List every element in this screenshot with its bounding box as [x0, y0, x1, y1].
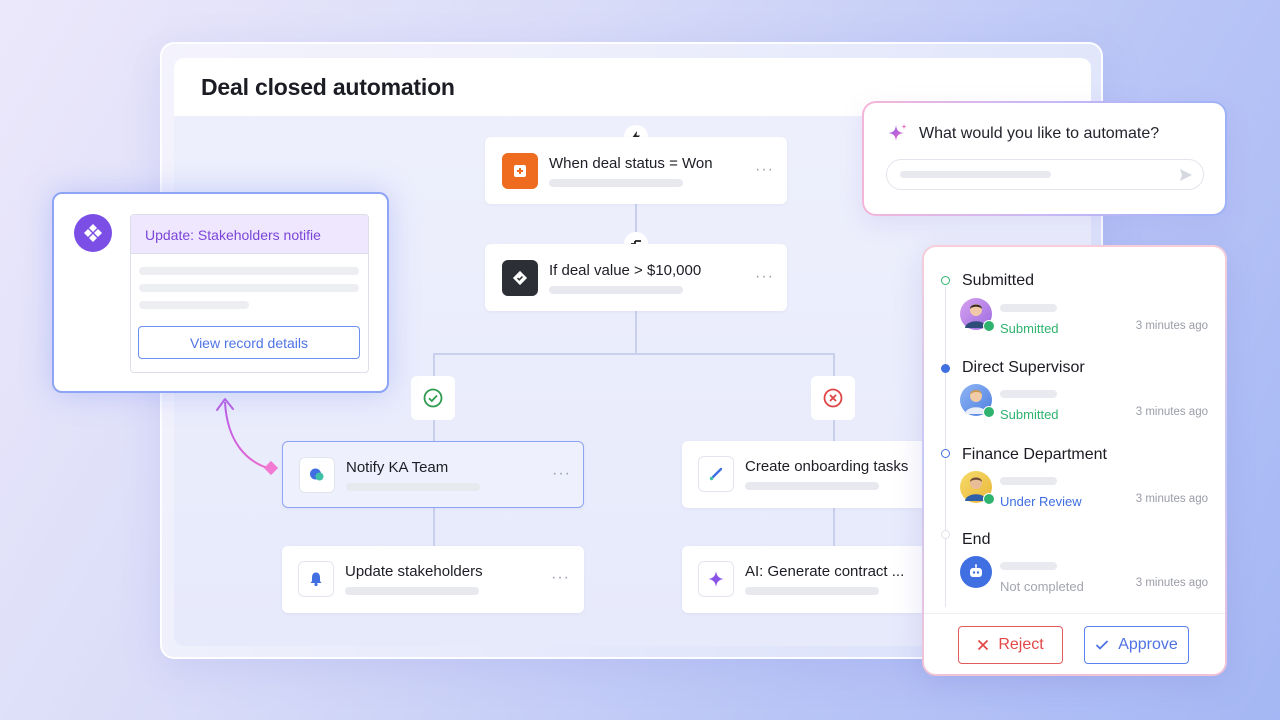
diamond-check-icon	[502, 260, 538, 296]
close-icon	[978, 639, 989, 651]
step-title: Direct Supervisor	[962, 359, 1085, 376]
step-status: Under Review	[1000, 494, 1082, 509]
step-status: Submitted	[1000, 407, 1059, 422]
check-badge-icon	[983, 320, 995, 332]
step-dot	[941, 364, 950, 373]
avatar	[960, 298, 995, 332]
page-title: Deal closed automation	[201, 74, 455, 100]
sparkle-icon	[698, 561, 734, 597]
more-options-button[interactable]: ···	[755, 162, 774, 178]
step-dot	[941, 530, 950, 539]
check-badge-icon	[983, 406, 995, 418]
step-time: 3 minutes ago	[1135, 406, 1208, 418]
placeholder-bar	[139, 284, 359, 292]
approval-footer: Reject Approve	[924, 613, 1225, 674]
placeholder-bar	[745, 587, 879, 595]
send-icon[interactable]	[1179, 168, 1193, 182]
ai-prompt-card: What would you like to automate?	[862, 101, 1227, 216]
more-options-button[interactable]: ···	[755, 269, 774, 285]
placeholder-bar	[346, 483, 480, 491]
x-circle-icon	[811, 376, 855, 420]
step-title: Finance Department	[962, 446, 1107, 463]
step-status: Submitted	[1000, 321, 1059, 336]
placeholder-bar	[139, 301, 249, 309]
node-title: Update stakeholders	[345, 563, 483, 580]
step-dot	[941, 449, 950, 458]
more-options-button[interactable]: ···	[551, 570, 570, 586]
placeholder-bar	[549, 179, 683, 187]
avatar	[960, 471, 995, 505]
record-preview: Update: Stakeholders notifie View record…	[130, 214, 369, 373]
approval-panel: Submitted Submitted 3 minutes ago Direct…	[922, 245, 1227, 676]
node-title: When deal status = Won	[549, 155, 713, 172]
placeholder-bar	[1000, 390, 1057, 398]
step-status: Not completed	[1000, 579, 1084, 594]
check-icon	[1096, 640, 1109, 650]
placeholder-bar	[345, 587, 479, 595]
step-time: 3 minutes ago	[1135, 320, 1208, 332]
link-arrow	[216, 398, 279, 476]
node-title: Create onboarding tasks	[745, 458, 909, 475]
placeholder-bar	[745, 482, 879, 490]
placeholder-bar	[1000, 304, 1057, 312]
chat-icon	[299, 457, 335, 493]
step-title: Submitted	[962, 272, 1035, 289]
placeholder-bar	[900, 171, 1051, 178]
plus-square-icon	[502, 153, 538, 189]
placeholder-bar	[1000, 477, 1057, 485]
placeholder-bar	[549, 286, 683, 294]
avatar	[960, 384, 995, 418]
view-record-details-button[interactable]: View record details	[138, 326, 360, 359]
robot-icon	[960, 556, 992, 588]
prompt-input[interactable]	[886, 159, 1204, 190]
approve-button[interactable]: Approve	[1084, 626, 1189, 664]
placeholder-bar	[139, 267, 359, 275]
reject-label: Reject	[998, 636, 1044, 653]
more-options-button[interactable]: ···	[552, 466, 571, 482]
approve-label: Approve	[1118, 636, 1178, 653]
connector-line	[635, 311, 637, 354]
step-time: 3 minutes ago	[1135, 493, 1208, 505]
bell-icon	[298, 561, 334, 597]
reject-button[interactable]: Reject	[958, 626, 1063, 664]
step-title: End	[962, 531, 991, 548]
node-title: If deal value > $10,000	[549, 262, 702, 279]
prompt-question: What would you like to automate?	[919, 125, 1160, 142]
placeholder-bar	[1000, 562, 1057, 570]
connector-line	[433, 508, 435, 546]
check-badge-icon	[983, 493, 995, 505]
connector-line	[433, 353, 835, 355]
condition-node[interactable]: If deal value > $10,000 ···	[485, 244, 787, 311]
step-dot	[941, 276, 950, 285]
node-title: AI: Generate contract ...	[745, 563, 905, 580]
update-stakeholders-node[interactable]: Update stakeholders ···	[282, 546, 584, 613]
record-header: Update: Stakeholders notifie	[131, 215, 368, 254]
timeline-line	[945, 287, 946, 607]
trigger-node[interactable]: When deal status = Won ···	[485, 137, 787, 204]
record-popover: Update: Stakeholders notifie View record…	[52, 192, 389, 393]
check-circle-icon	[411, 376, 455, 420]
notify-ka-team-node[interactable]: Notify KA Team ···	[282, 441, 584, 508]
task-pen-icon	[698, 456, 734, 492]
sparkle-icon	[888, 124, 907, 141]
connector-line	[833, 508, 835, 546]
node-title: Notify KA Team	[346, 459, 449, 476]
step-time: 3 minutes ago	[1135, 577, 1208, 589]
app-logo-icon	[74, 214, 112, 252]
